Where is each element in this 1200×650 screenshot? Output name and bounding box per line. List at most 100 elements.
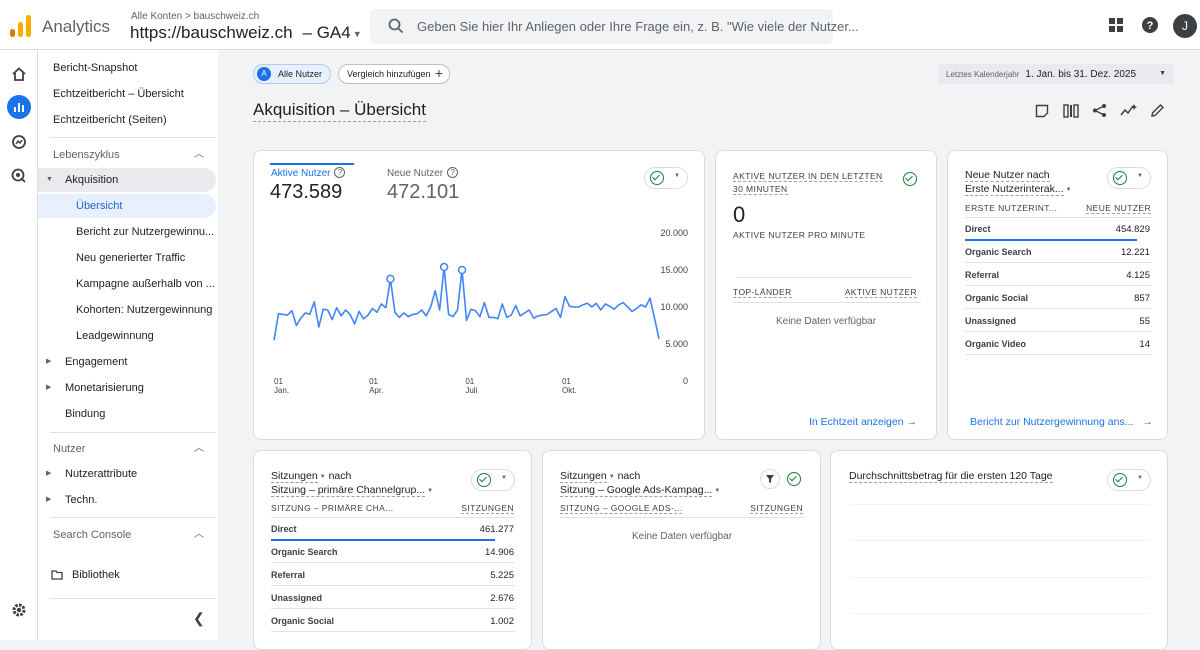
view-user-acquisition-link[interactable]: Bericht zur Nutzergewinnung ans... → [970, 416, 1153, 428]
row-divider [965, 285, 1152, 286]
insights-icon[interactable] [1120, 103, 1137, 118]
section-users[interactable]: Nutzer ︿ [38, 436, 216, 462]
sidebar-item-non-google-campaign[interactable]: Kampagne außerhalb von ... [38, 272, 216, 296]
divider [733, 302, 921, 303]
advertising-icon[interactable] [7, 164, 31, 188]
table-row-label: Organic Social [965, 293, 1029, 303]
section-label: Nutzer [53, 443, 86, 455]
svg-text:?: ? [1147, 20, 1154, 32]
edit-icon[interactable] [1150, 103, 1165, 118]
y-tick-label: 0 [683, 376, 688, 386]
check-icon[interactable] [903, 172, 917, 186]
customize-report-icon[interactable] [1035, 104, 1049, 118]
date-range-picker[interactable]: Letztes Kalenderjahr 1. Jan. bis 31. Dez.… [938, 64, 1174, 84]
table-row-value: 14 [1139, 339, 1150, 350]
divider [50, 432, 216, 433]
card-title: Sitzungen ▼ nach Sitzung – primäre Channel… [271, 470, 433, 498]
table-row-value: 55 [1139, 316, 1150, 327]
table-row-value: 14.906 [484, 547, 514, 558]
sidebar-item-traffic-acquisition[interactable]: Neu generierter Traffic [38, 246, 216, 270]
sidebar-item-cohorts[interactable]: Kohorten: Nutzergewinnung [38, 298, 216, 322]
sidebar-item-user-acquisition[interactable]: Bericht zur Nutzergewinnu... [38, 220, 216, 244]
sidebar-item-realtime-overview[interactable]: Echtzeitbericht – Übersicht [38, 82, 216, 106]
report-sidebar: Bericht-Snapshot Echtzeitbericht – Übers… [38, 50, 218, 640]
caret-right-icon: ▶ [46, 358, 52, 365]
filter-icon[interactable] [760, 469, 780, 489]
table-row-label: Unassigned [271, 593, 323, 603]
search-placeholder: Geben Sie hier Ihr Anliegen oder Ihre Fr… [417, 19, 859, 34]
section-lifecycle[interactable]: Lebenszyklus ︿ [38, 142, 216, 168]
annotation-point[interactable] [439, 262, 449, 272]
check-icon[interactable] [787, 472, 801, 486]
collapse-sidebar-icon[interactable]: ❮ [193, 610, 205, 627]
section-search-console[interactable]: Search Console ︿ [38, 522, 216, 548]
sidebar-item-library[interactable]: Bibliothek [38, 563, 216, 587]
metric-selector[interactable]: Sitzungen [271, 470, 318, 483]
sidebar-item-label: Nutzerattribute [65, 468, 138, 480]
link-label: Bericht zur Nutzergewinnung ans... [970, 416, 1134, 428]
sidebar-item-monetization[interactable]: ▶ Monetarisierung [38, 376, 216, 400]
realtime-card: AKTIVE NUTZER IN DEN LETZTEN 30 MINUTEN 0… [715, 150, 937, 440]
segment-chip[interactable]: A Alle Nutzer [253, 64, 331, 84]
annotation-point[interactable] [386, 274, 395, 284]
arrow-right-icon: → [906, 416, 917, 428]
dimension-selector[interactable]: Erste Nutzerinterak... [965, 183, 1064, 196]
add-comparison-button[interactable]: Vergleich hinzufügen + [338, 64, 450, 84]
chevron-up-icon: ︿ [194, 529, 204, 540]
avg-revenue-card: Durchschnittsbetrag für die ersten 120 T… [830, 450, 1168, 650]
y-tick-label: 15.000 [660, 265, 688, 275]
sidebar-item-engagement[interactable]: ▶ Engagement [38, 350, 216, 374]
breadcrumb[interactable]: Alle Konten > bauschweiz.ch [131, 11, 259, 22]
dimension-selector[interactable]: Sitzung – primäre Channelgrup... [271, 484, 426, 497]
sidebar-item-leads[interactable]: Leadgewinnung [38, 324, 216, 348]
table-row-value: 12.221 [1120, 247, 1150, 258]
sidebar-item-user-attributes[interactable]: ▶ Nutzerattribute [38, 462, 216, 486]
property-selector[interactable]: https://bauschweiz.ch – GA4 ▼ [130, 23, 362, 43]
search-bar[interactable]: Geben Sie hier Ihr Anliegen oder Ihre Fr… [370, 9, 859, 44]
explore-icon[interactable] [7, 130, 31, 154]
caret-down-icon: ▼ [1137, 475, 1143, 481]
sidebar-item-label: Akquisition [65, 174, 119, 186]
sidebar-item-overview[interactable]: Übersicht [38, 194, 216, 218]
apps-grid-icon[interactable] [1107, 16, 1125, 34]
sidebar-item-realtime-pages[interactable]: Echtzeitbericht (Seiten) [38, 108, 216, 132]
avatar[interactable]: J [1173, 14, 1197, 38]
metric-selector[interactable]: Sitzungen [560, 470, 607, 483]
table-row-label: Referral [965, 270, 1000, 280]
row-divider [271, 608, 515, 609]
new-users-by-channel-card: Neue Nutzer nach Erste Nutzerinterak... ▼ … [947, 150, 1168, 440]
view-realtime-link[interactable]: In Echtzeit anzeigen → [809, 416, 917, 428]
caret-down-icon: ▼ [1137, 173, 1143, 179]
help-icon[interactable]: ? [1141, 16, 1159, 34]
analytics-logo[interactable] [10, 15, 32, 37]
col-metric: NEUE NUTZER [1086, 203, 1151, 214]
card-options-button[interactable]: ▼ [471, 469, 515, 491]
reports-icon[interactable] [7, 95, 31, 119]
settings-icon[interactable] [7, 598, 31, 622]
col-dimension: ERSTE NUTZERINT... [965, 203, 1058, 213]
card-options-button[interactable]: ▼ [1107, 469, 1151, 491]
sidebar-item-tech[interactable]: ▶ Techn. [38, 488, 216, 512]
dimension-selector[interactable]: Sitzung – Google Ads-Kampag... [560, 484, 713, 497]
per-minute-label: AKTIVE NUTZER PRO MINUTE [733, 230, 866, 240]
caret-down-icon: ▼ [608, 474, 615, 480]
sidebar-item-acquisition[interactable]: ▼ Akquisition [38, 168, 216, 192]
series-line [273, 266, 660, 341]
sidebar-item-retention[interactable]: Bindung [38, 402, 216, 426]
caret-down-icon: ▼ [1065, 187, 1072, 193]
compare-columns-icon[interactable] [1063, 104, 1079, 118]
nav-rail [0, 50, 38, 640]
caret-down-icon: ▼ [1159, 70, 1166, 77]
share-icon[interactable] [1092, 103, 1107, 118]
check-icon [477, 473, 491, 487]
home-icon[interactable] [7, 62, 31, 86]
annotation-point[interactable] [457, 265, 467, 275]
page-title: Akquisition – Übersicht [253, 100, 426, 122]
chevron-up-icon: ︿ [194, 443, 204, 454]
gridline [851, 504, 1149, 505]
folder-icon [51, 570, 63, 580]
sidebar-item-snapshot[interactable]: Bericht-Snapshot [38, 56, 216, 80]
x-tick-label: 01 Okt. [562, 377, 577, 395]
card-options-button[interactable]: ▼ [1107, 167, 1151, 189]
divider [965, 217, 1152, 218]
